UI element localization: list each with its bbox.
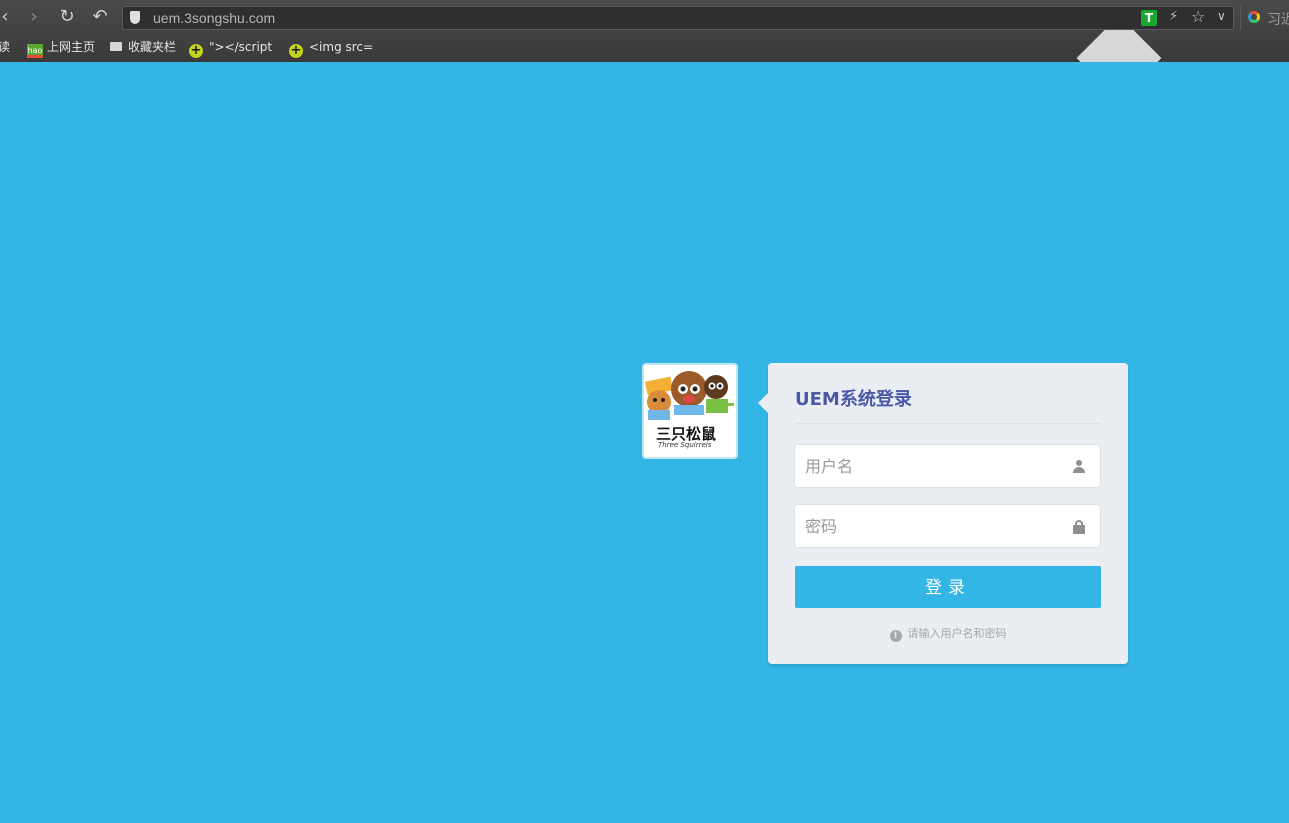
password-field (794, 504, 1101, 548)
username-field (794, 444, 1101, 488)
plus-icon: + (189, 43, 203, 58)
bookmark-homepage[interactable]: hao 上网主页 (27, 38, 96, 58)
logo-brand-en: Three Squirrels (658, 441, 712, 449)
lock-icon (1073, 520, 1085, 534)
address-bar[interactable]: uem.3songshu.com T ⚡︎ ☆ ∨ (122, 6, 1234, 30)
info-icon: ! (889, 630, 902, 642)
username-input[interactable] (795, 445, 1085, 487)
login-hint: ! 请输入用户名和密码 (768, 625, 1128, 642)
extension-t-icon[interactable]: T (1141, 10, 1157, 26)
bookmark-label: 收藏夹栏 (128, 40, 177, 54)
bookmarks-bar: 读 hao 上网主页 收藏夹栏 + "></script + <img src= (0, 35, 1289, 59)
browser-chrome: ‹ › ↻ ↶ uem.3songshu.com T ⚡︎ ☆ ∨ 习近 读 h… (0, 0, 1289, 62)
browser-toolbar: ‹ › ↻ ↶ uem.3songshu.com T ⚡︎ ☆ ∨ 习近 (0, 0, 1289, 34)
login-button[interactable]: 登录 (795, 566, 1101, 608)
search-text[interactable]: 习近 (1267, 9, 1289, 29)
search-box[interactable]: 习近 (1240, 6, 1289, 30)
forward-icon[interactable]: › (23, 6, 45, 28)
reload-icon[interactable]: ↻ (56, 6, 78, 28)
hao-icon: hao (27, 44, 43, 58)
star-icon[interactable]: ☆ (1191, 7, 1205, 26)
bookmark-item[interactable]: 读 (0, 38, 10, 56)
bookmark-label: 上网主页 (47, 40, 96, 54)
folder-icon (110, 42, 122, 51)
bookmark-item[interactable]: + "></script (189, 38, 273, 58)
bookmark-favorites-folder[interactable]: 收藏夹栏 (110, 38, 176, 56)
undo-icon[interactable]: ↶ (89, 6, 111, 28)
chevron-down-icon[interactable]: ∨ (1217, 9, 1226, 23)
hint-text: 请输入用户名和密码 (907, 627, 1007, 640)
shield-icon (130, 11, 140, 24)
bookmark-label: <img src= (309, 40, 374, 54)
user-icon (1073, 460, 1085, 474)
bookmark-label: 读 (0, 40, 11, 54)
plus-icon: + (289, 43, 303, 58)
card-pointer (758, 393, 768, 413)
login-card: UEM系统登录 登录 ! 请输入用户名和密码 (758, 363, 1128, 664)
divider (795, 423, 1101, 424)
url-text[interactable]: uem.3songshu.com (153, 10, 275, 26)
search-engine-icon (1248, 11, 1260, 23)
lightning-icon[interactable]: ⚡︎ (1169, 9, 1178, 24)
back-icon[interactable]: ‹ (0, 6, 16, 28)
bookmark-item[interactable]: + <img src= (289, 38, 374, 58)
bookmark-label: "></script (209, 40, 273, 54)
password-input[interactable] (795, 505, 1085, 547)
brand-logo: 三只松鼠 Three Squirrels (642, 363, 738, 459)
login-title: UEM系统登录 (795, 389, 912, 410)
